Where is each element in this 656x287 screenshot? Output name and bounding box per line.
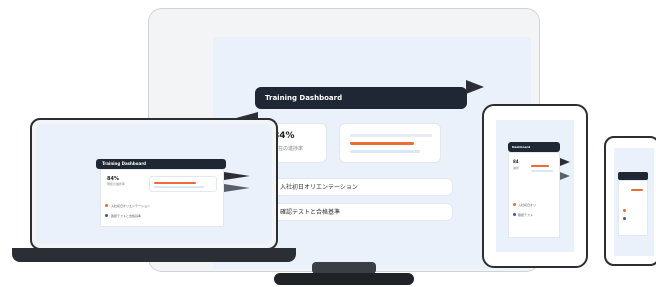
list-item-label: 入社初日オリ xyxy=(518,203,537,207)
pointer-arrow-icon xyxy=(560,172,570,180)
progress-label: 現在の進捗率 xyxy=(107,182,126,186)
dashboard-title: Training Dashboard xyxy=(265,94,343,102)
status-dot-blue xyxy=(513,213,516,216)
progress-bar-track xyxy=(154,186,204,188)
phone-screen xyxy=(614,148,654,256)
pointer-arrow-icon xyxy=(560,158,570,166)
progress-bar-track-bottom xyxy=(350,150,420,153)
tablet-title: Dashboard xyxy=(512,145,531,149)
list-item-label: 入社初日オリエンテーション xyxy=(111,204,150,208)
progress-bar-fill xyxy=(350,142,414,145)
status-dot-blue xyxy=(105,214,108,217)
list-item-label: 入社初日オリエンテーション xyxy=(280,184,358,191)
laptop-list-item-orientation[interactable]: 入社初日オリエンテーション xyxy=(105,204,150,208)
device-showcase: Training Dashboard 84% 現在の進捗率 入社初日オリエンテー… xyxy=(0,0,656,287)
tablet-list-item-test[interactable]: 確認テスト xyxy=(513,213,533,217)
progress-bar-track-top xyxy=(350,134,432,137)
tablet-dashboard-title-bar: Dashboard xyxy=(508,142,560,152)
phone-dashboard-panel xyxy=(618,180,648,236)
status-dot-blue xyxy=(623,217,626,220)
dashboard-title-bar: Training Dashboard xyxy=(255,87,467,109)
tablet-list-item-orientation[interactable]: 入社初日オリ xyxy=(513,203,536,207)
list-item-label: 確認テスト xyxy=(518,213,534,217)
list-item-test[interactable]: 確認テストと合格基準 xyxy=(265,203,453,221)
laptop-dashboard-title-bar: Training Dashboard xyxy=(96,159,226,169)
progress-bar-fill xyxy=(531,165,549,167)
progress-bar-fill xyxy=(154,182,196,184)
tablet-screen: Dashboard 84 進捗 入社初日オリ 確認テスト xyxy=(496,120,574,252)
progress-bar-fill xyxy=(631,189,643,191)
status-dot-orange xyxy=(513,203,516,206)
progress-label: 現在の進捗率 xyxy=(273,146,304,152)
laptop-base xyxy=(12,248,296,262)
pointer-arrow-icon xyxy=(224,172,250,180)
progress-label: 進捗 xyxy=(513,166,520,170)
laptop-progress-stat: 84% 現在の進捗率 xyxy=(107,176,125,186)
tablet: Dashboard 84 進捗 入社初日オリ 確認テスト xyxy=(482,104,588,268)
status-dot-orange xyxy=(105,204,108,207)
list-item-label: 確認テストと合格基準 xyxy=(111,214,142,218)
phone xyxy=(604,136,656,266)
laptop-dashboard-panel: 84% 現在の進捗率 入社初日オリエンテーション 確認テストと合格基準 xyxy=(100,169,224,227)
phone-dashboard-title-bar xyxy=(618,172,648,180)
monitor-base xyxy=(274,273,414,285)
progress-percentage: 84 xyxy=(513,159,519,164)
pointer-arrow-icon xyxy=(224,184,250,192)
progress-bars-card xyxy=(339,123,441,163)
progress-bar-track xyxy=(531,170,553,172)
laptop-progress-card xyxy=(149,176,217,192)
pointer-arrow-icon xyxy=(466,80,484,94)
laptop-screen: Training Dashboard 84% 現在の進捗率 入社初日オリエンテー… xyxy=(36,124,272,244)
list-item-label: 確認テストと合格基準 xyxy=(280,209,341,216)
laptop: Training Dashboard 84% 現在の進捗率 入社初日オリエンテー… xyxy=(30,118,278,250)
tablet-dashboard-panel: 84 進捗 入社初日オリ 確認テスト xyxy=(508,152,560,238)
status-dot-orange xyxy=(623,209,626,212)
list-item-orientation[interactable]: 入社初日オリエンテーション xyxy=(265,178,453,196)
dashboard-title: Training Dashboard xyxy=(102,161,147,166)
laptop-list-item-test[interactable]: 確認テストと合格基準 xyxy=(105,214,141,218)
progress-percentage: 84% xyxy=(273,131,295,141)
